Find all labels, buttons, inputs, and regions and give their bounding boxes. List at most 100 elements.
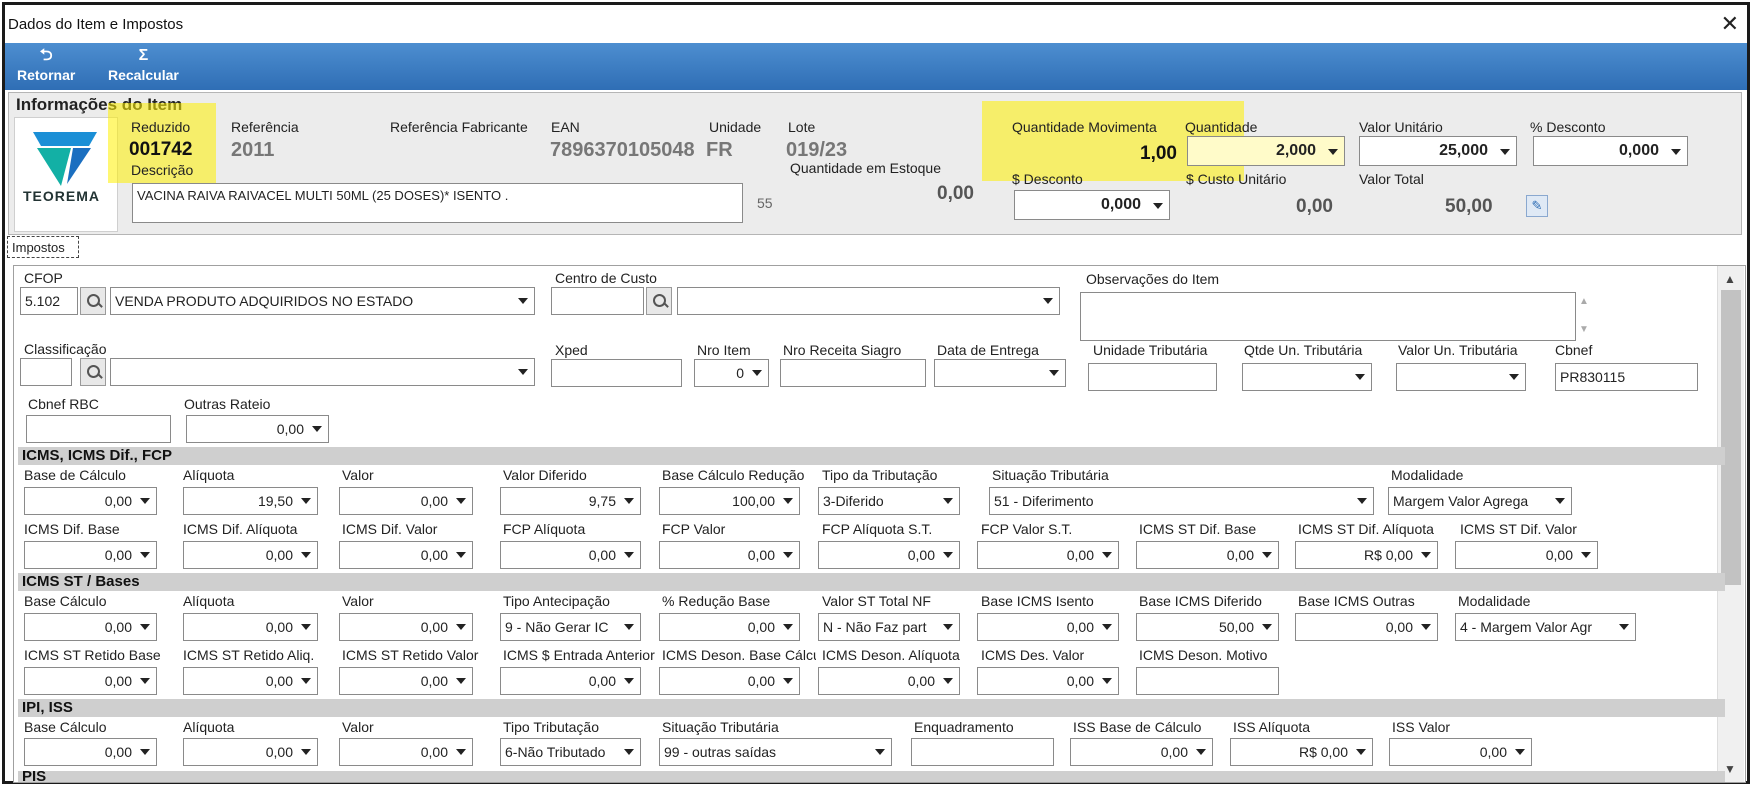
icms-deson-aliquota-field[interactable]: 0,00	[818, 667, 960, 695]
fcp-aliquota-st-label: FCP Alíquota S.T.	[822, 521, 933, 537]
ipi-base-field[interactable]: 0,00	[24, 738, 157, 766]
icms-st-dif-base-field[interactable]: 0,00	[1136, 541, 1279, 569]
base-outras-field[interactable]: 0,00	[1295, 613, 1438, 641]
desconto-label: $ Desconto	[1012, 171, 1083, 187]
icmsst-base-label: Base Cálculo	[24, 593, 107, 609]
valor-st-total-select[interactable]: N - Não Faz part	[818, 613, 960, 641]
centro-custo-code-field[interactable]	[551, 287, 644, 315]
centro-custo-select[interactable]	[677, 287, 1060, 315]
lote-value: 019/23	[786, 139, 848, 161]
ipi-aliquota-field[interactable]: 0,00	[183, 738, 318, 766]
iss-base-label: ISS Base de Cálculo	[1073, 719, 1202, 735]
descricao-code: 55	[757, 195, 773, 211]
pis-section-header: PIS	[18, 771, 1725, 782]
icmsst-valor-field[interactable]: 0,00	[339, 613, 473, 641]
icms-aliquota-field[interactable]: 19,50	[183, 487, 318, 515]
st-retido-valor-label: ICMS ST Retido Valor	[342, 647, 479, 663]
iss-aliquota-field[interactable]: R$ 0,00	[1230, 738, 1373, 766]
scroll-down-icon[interactable]: ▼	[1724, 762, 1736, 776]
cfop-code-field[interactable]: 5.102	[20, 287, 78, 315]
cbnef-rbc-field[interactable]	[26, 415, 171, 443]
ipi-tipo-tributacao-select[interactable]: 6-Não Tributado	[500, 738, 641, 766]
obs-scroll-up-icon[interactable]: ▲	[1579, 296, 1589, 307]
tab-impostos[interactable]: Impostos	[7, 236, 79, 258]
descricao-field[interactable]: VACINA RAIVA RAIVACEL MULTI 50ML (25 DOS…	[132, 183, 743, 223]
base-diferido-field[interactable]: 50,00	[1136, 613, 1279, 641]
cbnef-label: Cbnef	[1555, 342, 1593, 358]
valor-total-label: Valor Total	[1359, 171, 1424, 187]
icms-dif-valor-field[interactable]: 0,00	[339, 541, 473, 569]
ipi-valor-field[interactable]: 0,00	[339, 738, 473, 766]
st-retido-base-field[interactable]: 0,00	[24, 667, 157, 695]
icmsst-modalidade-select[interactable]: 4 - Margem Valor Agr	[1455, 613, 1636, 641]
scrollbar-thumb[interactable]	[1721, 290, 1741, 585]
icms-base-field[interactable]: 0,00	[24, 487, 157, 515]
qtde-un-trib-select[interactable]	[1242, 363, 1372, 391]
quantidade-field[interactable]: 2,000	[1187, 136, 1345, 166]
icms-valor-field[interactable]: 0,00	[339, 487, 473, 515]
valor-un-trib-select[interactable]	[1396, 363, 1526, 391]
st-retido-aliq-field[interactable]: 0,00	[183, 667, 318, 695]
obs-scroll-down-icon[interactable]: ▼	[1579, 324, 1589, 335]
icms-diferido-field[interactable]: 9,75	[500, 487, 641, 515]
icmsst-aliquota-field[interactable]: 0,00	[183, 613, 318, 641]
st-retido-valor-field[interactable]: 0,00	[339, 667, 473, 695]
observacoes-field[interactable]	[1080, 292, 1576, 341]
icms-base-reducao-field[interactable]: 100,00	[659, 487, 800, 515]
icms-diferido-label: Valor Diferido	[503, 467, 587, 483]
outras-rateio-field[interactable]: 0,00	[186, 415, 329, 443]
sum-icon: Σ	[138, 47, 149, 64]
situacao-tributaria-select[interactable]: 51 - Diferimento	[989, 487, 1374, 515]
iss-valor-field[interactable]: 0,00	[1389, 738, 1532, 766]
back-arrow-icon: ⮌	[39, 47, 53, 64]
pct-desconto-field[interactable]: 0,000	[1533, 136, 1688, 166]
desconto-field[interactable]: 0,000	[1014, 190, 1170, 220]
fcp-aliquota-field[interactable]: 0,00	[500, 541, 641, 569]
base-outras-label: Base ICMS Outras	[1298, 593, 1415, 609]
icms-des-valor-field[interactable]: 0,00	[977, 667, 1119, 695]
reduzido-value: 001742	[129, 139, 193, 160]
icms-st-dif-aliquota-field[interactable]: R$ 0,00	[1295, 541, 1438, 569]
cfop-search-icon[interactable]	[80, 287, 106, 315]
cbnef-field[interactable]: PR830115	[1555, 363, 1698, 391]
ipi-situacao-select[interactable]: 99 - outras saídas	[659, 738, 892, 766]
enquadramento-field[interactable]	[911, 738, 1054, 766]
fcp-aliquota-st-field[interactable]: 0,00	[818, 541, 960, 569]
classificacao-search-icon[interactable]	[80, 358, 106, 386]
data-entrega-select[interactable]	[934, 359, 1066, 387]
classificacao-code-field[interactable]	[20, 358, 72, 386]
situacao-tributaria-label: Situação Tributária	[992, 467, 1109, 483]
unidade-tributaria-label: Unidade Tributária	[1093, 342, 1208, 358]
icms-entrada-anterior-field[interactable]: 0,00	[500, 667, 641, 695]
valor-unitario-field[interactable]: 25,000	[1359, 136, 1517, 166]
unidade-tributaria-field[interactable]	[1088, 363, 1217, 391]
nro-item-field[interactable]: 0	[694, 359, 769, 387]
icms-dif-aliquota-field[interactable]: 0,00	[183, 541, 318, 569]
icms-deson-base-field[interactable]: 0,00	[659, 667, 800, 695]
pct-reducao-field[interactable]: 0,00	[659, 613, 800, 641]
pct-reducao-label: % Redução Base	[662, 593, 771, 609]
nro-receita-field[interactable]	[780, 359, 926, 387]
icmsst-base-field[interactable]: 0,00	[24, 613, 157, 641]
base-isento-field[interactable]: 0,00	[977, 613, 1119, 641]
icms-dif-base-field[interactable]: 0,00	[24, 541, 157, 569]
scroll-up-icon[interactable]: ▲	[1724, 272, 1736, 286]
edit-total-icon[interactable]: ✎	[1526, 195, 1548, 217]
icms-deson-motivo-field[interactable]	[1136, 667, 1279, 695]
modalidade-select[interactable]: Margem Valor Agrega	[1388, 487, 1572, 515]
icms-st-dif-valor-field[interactable]: 0,00	[1455, 541, 1598, 569]
icms-deson-aliquota-label: ICMS Deson. Alíquota	[822, 647, 960, 663]
recalculate-button[interactable]: Σ Recalcular	[108, 47, 179, 84]
cfop-desc-select[interactable]: VENDA PRODUTO ADQUIRIDOS NO ESTADO	[110, 287, 535, 315]
back-button[interactable]: ⮌ Retornar	[17, 47, 75, 84]
qtd-movimenta-label: Quantidade Movimenta	[1012, 119, 1157, 135]
tipo-antecipacao-select[interactable]: 9 - Não Gerar IC	[500, 613, 641, 641]
centro-custo-search-icon[interactable]	[646, 287, 672, 315]
classificacao-select[interactable]	[110, 358, 535, 386]
xped-field[interactable]	[551, 359, 682, 387]
fcp-valor-field[interactable]: 0,00	[659, 541, 800, 569]
tipo-tributacao-select[interactable]: 3-Diferido	[818, 487, 960, 515]
iss-base-field[interactable]: 0,00	[1070, 738, 1213, 766]
fcp-valor-st-field[interactable]: 0,00	[977, 541, 1119, 569]
close-icon[interactable]: ✕	[1721, 11, 1739, 37]
